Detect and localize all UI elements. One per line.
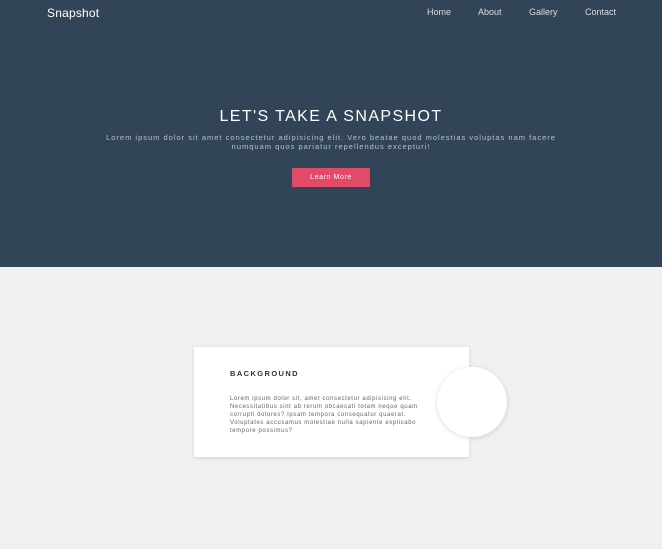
navbar: Snapshot Home About Gallery Contact (0, 0, 662, 28)
background-card: BACKGROUND Lorem ipsum dolor sit, amet c… (194, 347, 469, 457)
brand-logo[interactable]: Snapshot (47, 6, 99, 20)
learn-more-button[interactable]: Learn More (292, 168, 370, 187)
card-title: BACKGROUND (230, 369, 299, 378)
card-text: Lorem ipsum dolor sit, amet consectetur … (230, 396, 418, 434)
nav-about-link[interactable]: About (478, 7, 502, 17)
hero-title: LET'S TAKE A SNAPSHOT (219, 108, 443, 125)
nav-gallery-link[interactable]: Gallery (529, 7, 558, 17)
page: Snapshot Home About Gallery Contact LET'… (0, 0, 662, 549)
card-circle-image (437, 367, 507, 437)
nav-home-link[interactable]: Home (427, 7, 451, 17)
hero-section: Snapshot Home About Gallery Contact LET'… (0, 0, 662, 267)
hero-description: Lorem ipsum dolor sit amet consectetur a… (106, 133, 556, 151)
nav-contact-link[interactable]: Contact (585, 7, 616, 17)
